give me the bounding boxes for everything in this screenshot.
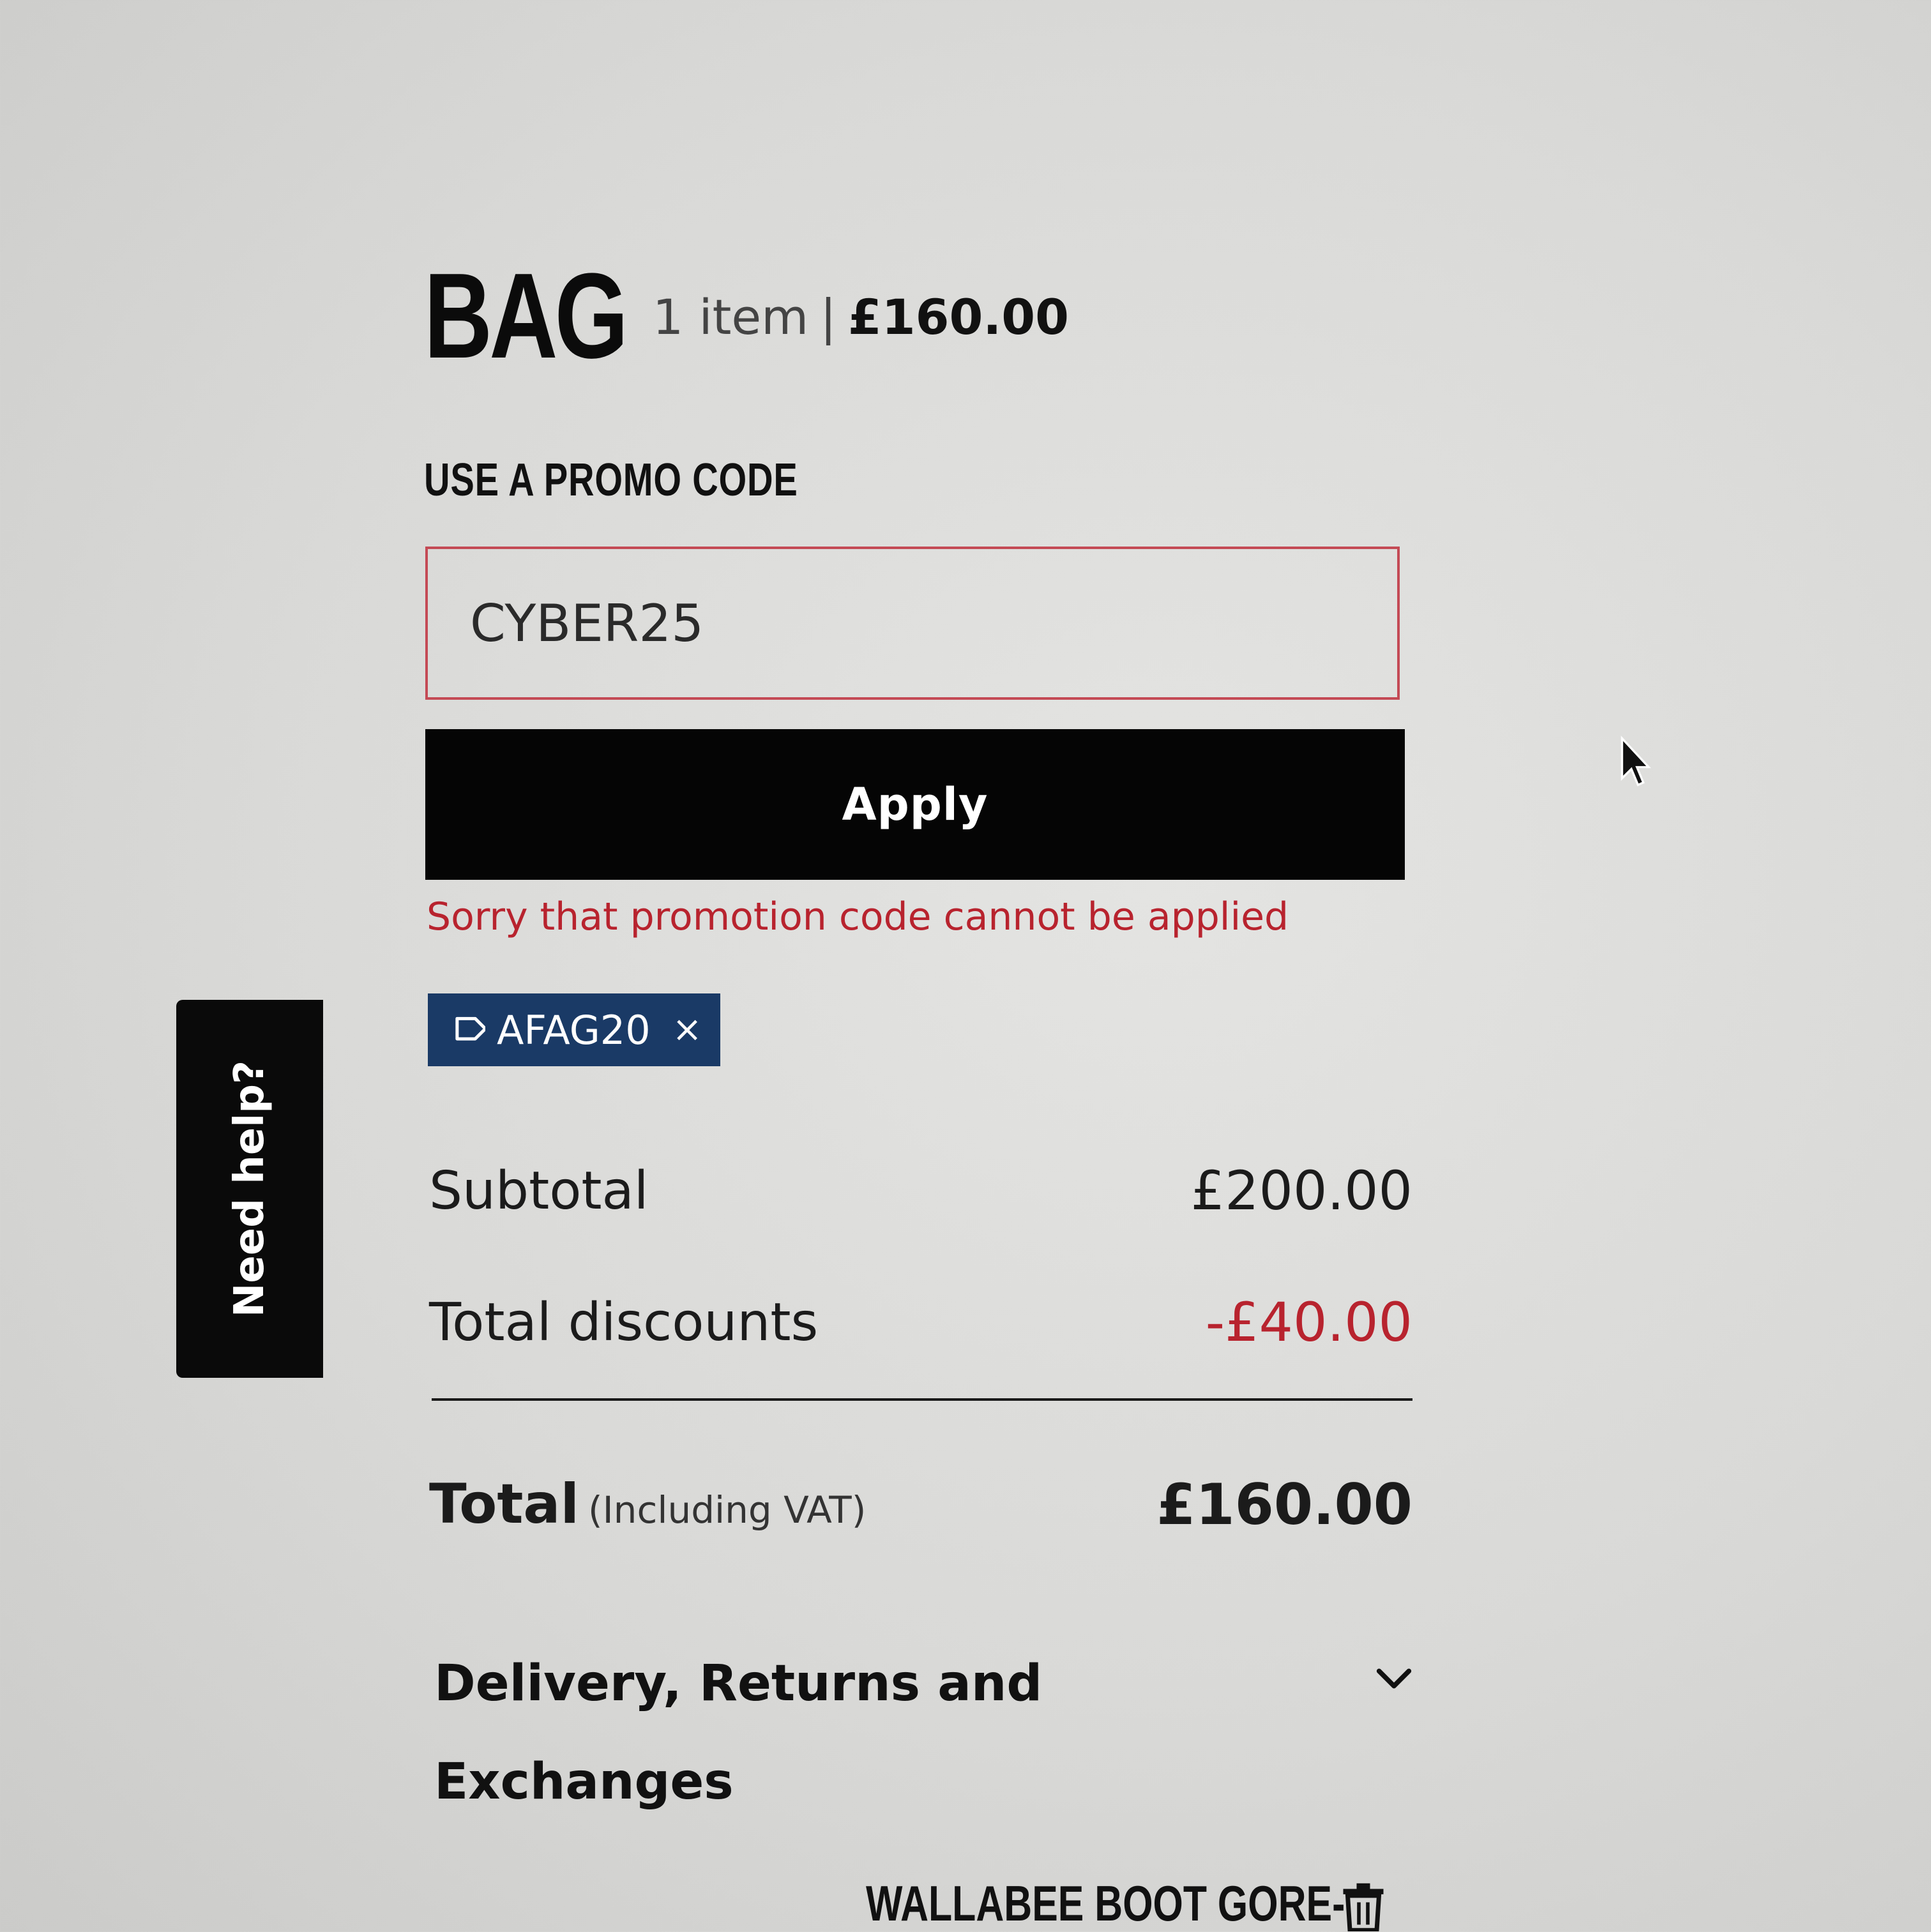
trash-icon[interactable]: [1341, 1882, 1386, 1931]
need-help-tab[interactable]: Need help?: [176, 1000, 323, 1378]
applied-promo-code: AFAG20: [497, 1006, 651, 1053]
vat-note: (Including VAT): [587, 1488, 867, 1532]
bag-total-amount: £160.00: [847, 289, 1069, 345]
apply-button[interactable]: Apply: [425, 729, 1405, 880]
summary-divider: [432, 1398, 1412, 1401]
total-value: £160.00: [1156, 1471, 1412, 1537]
delivery-accordion-title[interactable]: Delivery, Returns and Exchanges: [434, 1634, 1137, 1831]
bag-summary: 1 item | £160.00: [653, 289, 1069, 346]
item-count: 1 item: [653, 289, 809, 345]
promo-error-message: Sorry that promotion code cannot be appl…: [427, 894, 1289, 939]
total-label-group: Total (Including VAT): [429, 1472, 866, 1536]
applied-promo-chip: AFAG20 ×: [428, 993, 720, 1066]
summary-separator: |: [820, 289, 837, 345]
delivery-accordion[interactable]: Delivery, Returns and Exchanges: [434, 1634, 1418, 1813]
discounts-value: -£40.00: [1205, 1291, 1412, 1354]
promo-code-label: USE A PROMO CODE: [424, 455, 798, 506]
close-icon[interactable]: ×: [672, 1011, 702, 1049]
subtotal-label: Subtotal: [429, 1160, 649, 1221]
subtotal-value: £200.00: [1190, 1159, 1412, 1222]
tag-icon: [455, 1016, 485, 1041]
discounts-row: Total discounts -£40.00: [429, 1287, 1412, 1357]
need-help-label[interactable]: Need help?: [226, 1060, 273, 1317]
subtotal-row: Subtotal £200.00: [429, 1156, 1412, 1226]
total-row: Total (Including VAT) £160.00: [429, 1466, 1412, 1543]
total-label: Total: [429, 1472, 579, 1536]
product-name[interactable]: WALLABEE BOOT GORE-: [866, 1875, 1345, 1932]
promo-code-input[interactable]: [425, 547, 1400, 700]
page-title: BAG: [424, 248, 628, 384]
discounts-label: Total discounts: [429, 1292, 819, 1353]
chevron-down-icon[interactable]: [1372, 1656, 1416, 1701]
mouse-pointer-icon: [1621, 736, 1651, 787]
